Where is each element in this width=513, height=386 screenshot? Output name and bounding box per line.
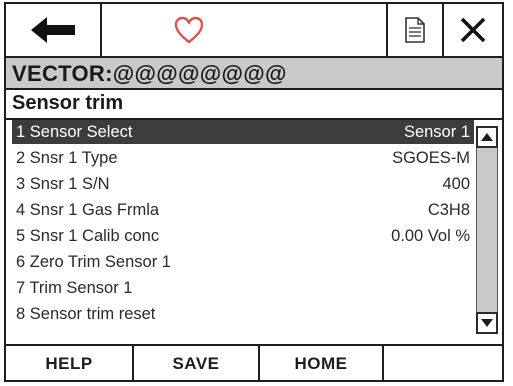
close-button[interactable] xyxy=(444,4,502,56)
menu-item-label: 3 Snsr 1 S/N xyxy=(16,175,110,193)
menu-item-label: 5 Snsr 1 Calib conc xyxy=(16,227,160,245)
hart-communicator-screen: VECTOR:@@@@@@@@ Sensor trim 1 Sensor Sel… xyxy=(4,2,504,382)
menu-item-value: Sensor 1 xyxy=(403,123,470,141)
document-button[interactable] xyxy=(386,4,444,56)
document-icon xyxy=(405,17,425,43)
device-title: VECTOR:@@@@@@@@ xyxy=(12,61,287,86)
menu-item-sensor-serial[interactable]: 3 Snsr 1 S/N 400 xyxy=(12,172,474,196)
home-button[interactable]: HOME xyxy=(260,346,384,382)
menu-item-value: C3H8 xyxy=(427,201,470,219)
menu-item-label: 8 Sensor trim reset xyxy=(16,305,156,323)
menu-item-value: 0.00 Vol % xyxy=(391,227,470,245)
triangle-down-icon xyxy=(481,319,493,327)
menu-item-trim-sensor[interactable]: 7 Trim Sensor 1 xyxy=(12,276,474,300)
menu-title: Sensor trim xyxy=(12,92,124,114)
menu-item-sensor-select[interactable]: 1 Sensor Select Sensor 1 xyxy=(12,120,474,144)
scrollbar-track[interactable] xyxy=(476,126,498,334)
triangle-up-icon xyxy=(481,133,493,141)
menu-item-label: 6 Zero Trim Sensor 1 xyxy=(16,253,171,271)
save-button[interactable]: SAVE xyxy=(134,346,260,382)
menu-item-label: 7 Trim Sensor 1 xyxy=(16,279,133,297)
menu-list: 1 Sensor Select Sensor 1 2 Snsr 1 Type S… xyxy=(12,120,474,340)
close-x-icon xyxy=(460,17,486,43)
left-arrow-icon xyxy=(31,17,75,43)
scroll-down-button[interactable] xyxy=(476,312,498,334)
favorite-button[interactable] xyxy=(102,4,276,56)
menu-item-value: SGOES-M xyxy=(392,149,470,167)
menu-item-calib-conc[interactable]: 5 Snsr 1 Calib conc 0.00 Vol % xyxy=(12,224,474,248)
menu-item-gas-formula[interactable]: 4 Snsr 1 Gas Frmla C3H8 xyxy=(12,198,474,222)
scroll-up-button[interactable] xyxy=(476,126,498,148)
menu-item-sensor-type[interactable]: 2 Snsr 1 Type SGOES-M xyxy=(12,146,474,170)
menu-item-trim-reset[interactable]: 8 Sensor trim reset xyxy=(12,302,474,326)
heart-outline-icon xyxy=(174,16,204,44)
menu-title-bar: Sensor trim xyxy=(6,90,502,120)
menu-item-label: 2 Snsr 1 Type xyxy=(16,149,118,167)
top-toolbar xyxy=(6,4,502,58)
help-button[interactable]: HELP xyxy=(6,346,134,382)
device-title-bar: VECTOR:@@@@@@@@ xyxy=(6,58,502,90)
function-key-bar: HELP SAVE HOME xyxy=(6,344,502,382)
menu-item-label: 1 Sensor Select xyxy=(16,123,133,141)
menu-item-zero-trim[interactable]: 6 Zero Trim Sensor 1 xyxy=(12,250,474,274)
menu-item-value: 400 xyxy=(442,175,470,193)
back-button[interactable] xyxy=(6,4,102,56)
empty-function-key xyxy=(384,346,502,382)
menu-item-label: 4 Snsr 1 Gas Frmla xyxy=(16,201,160,219)
